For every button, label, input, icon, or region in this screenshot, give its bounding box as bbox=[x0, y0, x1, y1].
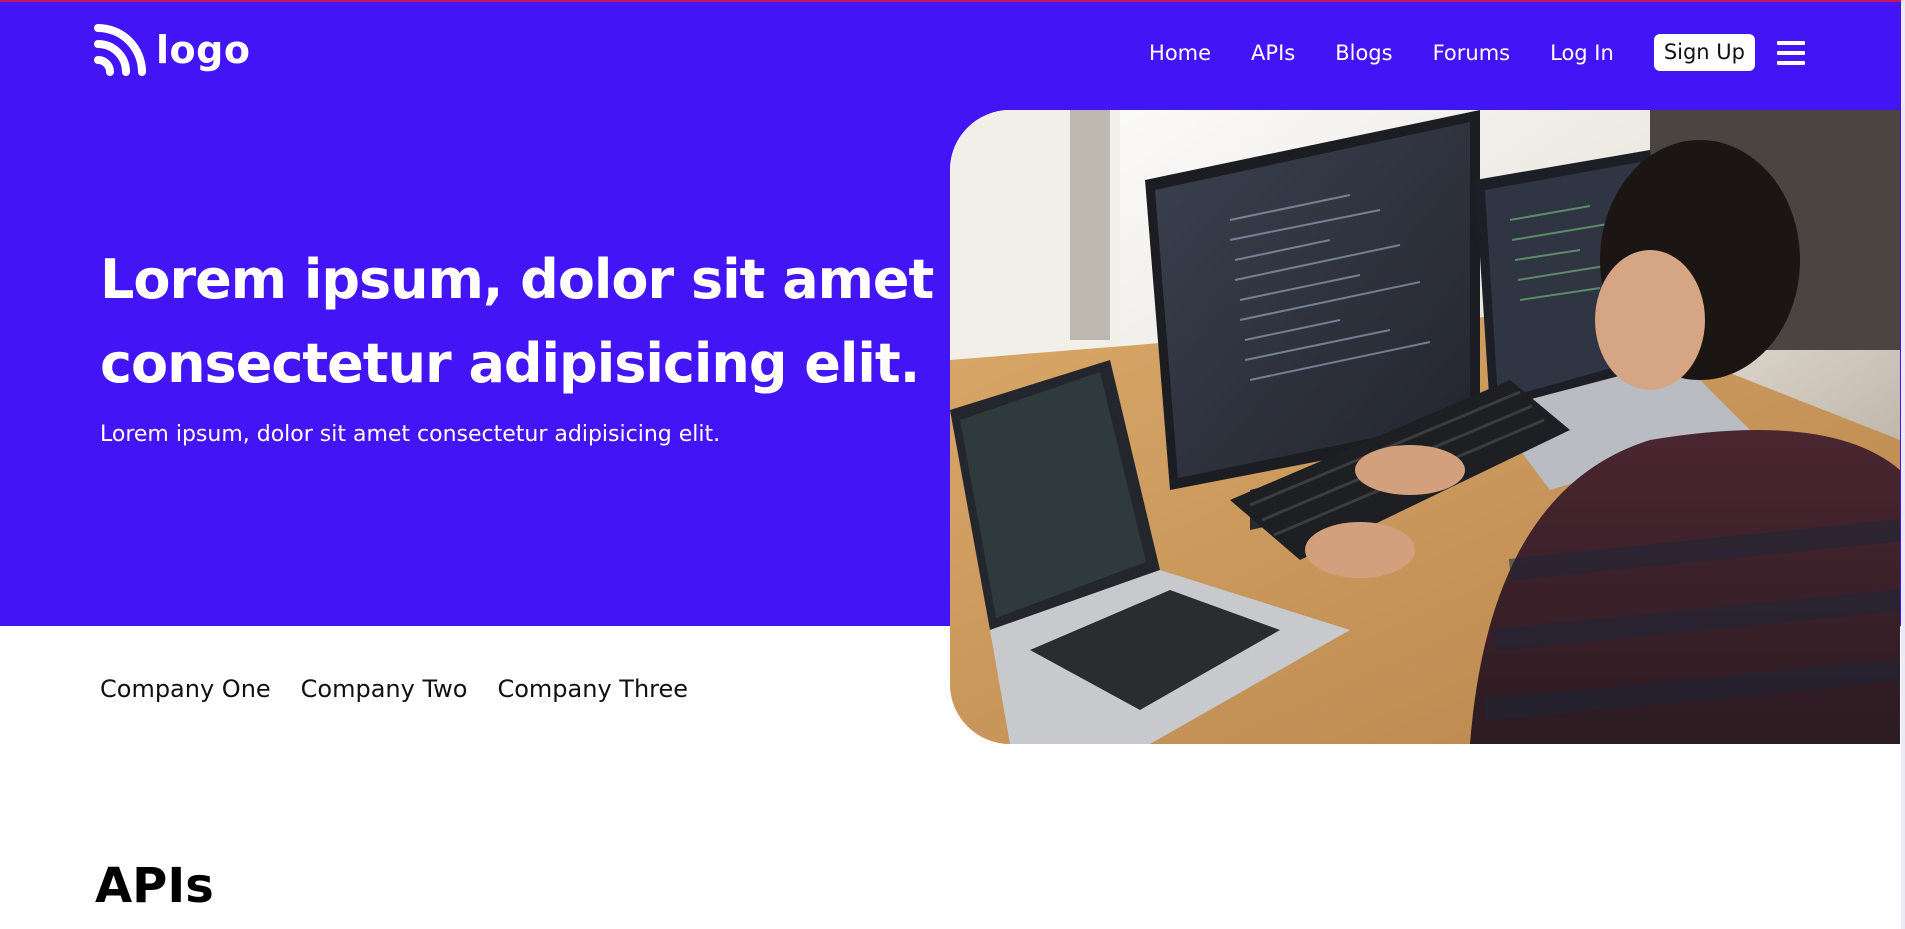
developer-at-computers-illustration bbox=[950, 110, 1900, 744]
hero-headline-line2: consectetur adipisicing elit. bbox=[100, 332, 920, 395]
hero-headline-line1: Lorem ipsum, dolor sit amet bbox=[100, 248, 934, 311]
apis-section-title: APIs bbox=[95, 858, 214, 914]
hero-image bbox=[950, 110, 1900, 744]
nav-home[interactable]: Home bbox=[1149, 41, 1211, 65]
hamburger-menu-icon[interactable] bbox=[1777, 40, 1805, 65]
nav-login[interactable]: Log In bbox=[1550, 41, 1614, 65]
nav-apis[interactable]: APIs bbox=[1251, 41, 1295, 65]
hero-subtitle: Lorem ipsum, dolor sit amet consectetur … bbox=[100, 422, 721, 447]
logo[interactable]: logo bbox=[94, 24, 250, 76]
hero-headline: Lorem ipsum, dolor sit amet consectetur … bbox=[100, 238, 960, 406]
logo-icon bbox=[94, 24, 146, 76]
company-item: Company Two bbox=[300, 675, 468, 703]
nav-forums[interactable]: Forums bbox=[1433, 41, 1511, 65]
main-nav: Home APIs Blogs Forums Log In Sign Up bbox=[1149, 34, 1805, 71]
company-item: Company Three bbox=[497, 675, 689, 703]
companies-list: Company One Company Two Company Three bbox=[100, 675, 718, 703]
signup-button[interactable]: Sign Up bbox=[1653, 34, 1755, 71]
company-item: Company One bbox=[100, 675, 271, 703]
page: logo Home APIs Blogs Forums Log In Sign … bbox=[0, 0, 1905, 929]
scrollbar[interactable] bbox=[1901, 0, 1905, 929]
nav-blogs[interactable]: Blogs bbox=[1335, 41, 1392, 65]
logo-text: logo bbox=[156, 28, 251, 72]
